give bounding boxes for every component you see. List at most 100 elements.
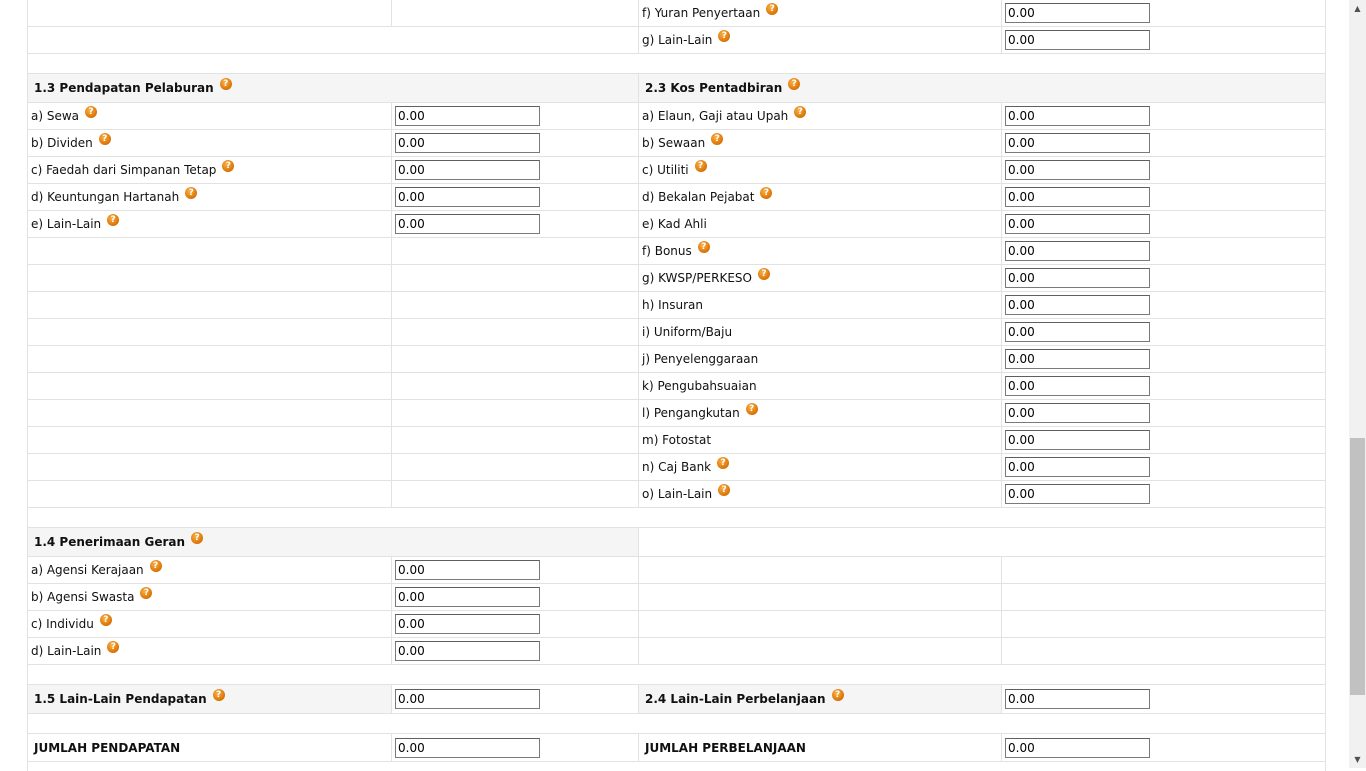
- help-icon[interactable]: ?: [85, 106, 98, 118]
- help-icon[interactable]: ?: [788, 78, 801, 90]
- help-icon[interactable]: ?: [718, 484, 731, 496]
- dividen-input[interactable]: [395, 133, 540, 153]
- faedah-dari-simpanan-tetap-label: c) Faedah dari Simpanan Tetap: [31, 163, 217, 177]
- lain-lain-top-input[interactable]: [1005, 30, 1150, 50]
- pengangkutan-input[interactable]: [1005, 403, 1150, 423]
- kad-ahli-input[interactable]: [1005, 214, 1150, 234]
- help-icon[interactable]: ?: [149, 560, 162, 572]
- individu-input[interactable]: [395, 614, 540, 634]
- jumlah-pendapatan-input[interactable]: [395, 737, 540, 758]
- scroll-down-arrow-icon[interactable]: ▼: [1349, 751, 1366, 768]
- help-icon[interactable]: ?: [758, 268, 770, 280]
- help-icon[interactable]: ?: [99, 614, 112, 626]
- uniform-baju-input[interactable]: [1005, 322, 1150, 342]
- scroll-up-arrow-icon[interactable]: ▲: [1349, 0, 1366, 17]
- help-icon[interactable]: ?: [717, 457, 730, 469]
- help-icon[interactable]: ?: [711, 133, 724, 145]
- help-icon[interactable]: ?: [140, 587, 153, 599]
- keuntungan-hartanah-input[interactable]: [395, 187, 540, 207]
- lain-pendapatan-title: 1.5 Lain-Lain Pendapatan: [34, 692, 207, 706]
- help-icon[interactable]: ?: [107, 214, 120, 226]
- lain-lain-input[interactable]: [1005, 484, 1150, 504]
- keuntungan-hartanah-label: d) Keuntungan Hartanah: [31, 190, 180, 204]
- help-icon[interactable]: ?: [694, 160, 707, 172]
- sewa-label: a) Sewa: [31, 109, 80, 123]
- help-icon[interactable]: ?: [107, 641, 120, 653]
- utiliti-label: c) Utiliti: [642, 163, 689, 177]
- help-icon[interactable]: ?: [185, 187, 198, 199]
- lain-perbelanjaan-title: 2.4 Lain-Lain Perbelanjaan: [645, 692, 826, 706]
- jumlah-perbelanjaan-title: JUMLAH PERBELANJAAN: [645, 740, 806, 755]
- utiliti-input[interactable]: [1005, 160, 1150, 180]
- pengangkutan-label: l) Pengangkutan: [642, 406, 740, 420]
- help-icon[interactable]: ?: [766, 2, 779, 15]
- lain-pendapatan-input[interactable]: [395, 689, 540, 709]
- help-icon[interactable]: ?: [212, 689, 225, 701]
- lain-lain-label: o) Lain-Lain: [642, 487, 713, 501]
- form-row: l) Pengangkutan?: [28, 400, 1325, 427]
- sewaan-input[interactable]: [1005, 133, 1150, 153]
- bonus-input[interactable]: [1005, 241, 1150, 261]
- agensi-swasta-label: b) Agensi Swasta: [31, 590, 135, 604]
- form-row: g) KWSP/PERKESO?: [28, 265, 1325, 292]
- bekalan-pejabat-label: d) Bekalan Pejabat: [642, 190, 755, 204]
- help-icon[interactable]: ?: [98, 133, 111, 145]
- lain-perbelanjaan-input[interactable]: [1005, 689, 1150, 709]
- help-icon[interactable]: ?: [831, 689, 844, 701]
- pengubahsuaian-label: k) Pengubahsuaian: [642, 379, 757, 393]
- lain-lain-label: e) Lain-Lain: [31, 217, 102, 231]
- form-row: n) Caj Bank?: [28, 454, 1325, 481]
- lain-lain-input[interactable]: [395, 641, 540, 661]
- form-row: d) Keuntungan Hartanah? d) Bekalan Pejaba…: [28, 184, 1325, 211]
- sewa-input[interactable]: [395, 106, 540, 126]
- form-row: b) Dividen? b) Sewaan?: [28, 130, 1325, 157]
- pendapatan-pelaburan-title: 1.3 Pendapatan Pelaburan: [34, 81, 214, 95]
- penyelenggaraan-input[interactable]: [1005, 349, 1150, 369]
- yuran-penyertaan-label: f) Yuran Penyertaan: [642, 5, 761, 20]
- form-row: c) Faedah dari Simpanan Tetap? c) Utiliti…: [28, 157, 1325, 184]
- help-icon[interactable]: ?: [191, 532, 204, 544]
- fotostat-input[interactable]: [1005, 430, 1150, 450]
- vertical-scrollbar[interactable]: ▲ ▼: [1349, 0, 1366, 768]
- bekalan-pejabat-input[interactable]: [1005, 187, 1150, 207]
- help-icon[interactable]: ?: [718, 30, 731, 42]
- pengubahsuaian-input[interactable]: [1005, 376, 1150, 396]
- form-row: a) Agensi Kerajaan?: [28, 557, 1325, 584]
- help-icon[interactable]: ?: [760, 187, 773, 199]
- kwsp-perkeso-input[interactable]: [1005, 268, 1150, 288]
- lain-lain-input[interactable]: [395, 214, 540, 234]
- form-row: m) Fotostat: [28, 427, 1325, 454]
- help-icon[interactable]: ?: [794, 106, 807, 118]
- help-icon[interactable]: ?: [222, 160, 235, 172]
- lain-lain-row: 1.5 Lain-Lain Pendapatan ? 2.4 Lain-Lain…: [28, 685, 1325, 714]
- spacer: [28, 54, 1325, 74]
- form-row: d) Lain-Lain?: [28, 638, 1325, 665]
- form-row: j) Penyelenggaraan: [28, 346, 1325, 373]
- uniform-baju-label: i) Uniform/Baju: [642, 325, 733, 339]
- agensi-kerajaan-input[interactable]: [395, 560, 540, 580]
- form-row: e) Lain-Lain? e) Kad Ahli: [28, 211, 1325, 238]
- caj-bank-input[interactable]: [1005, 457, 1150, 477]
- help-icon[interactable]: ?: [697, 241, 710, 253]
- yuran-penyertaan-input[interactable]: [1005, 2, 1150, 23]
- financial-statement-form: f) Yuran Penyertaan ? g) Lain-Lain ? 1.3…: [27, 0, 1326, 771]
- scrollbar-thumb[interactable]: [1350, 438, 1365, 695]
- help-icon[interactable]: ?: [219, 78, 232, 90]
- form-row: h) Insuran: [28, 292, 1325, 319]
- bonus-label: f) Bonus: [642, 244, 692, 258]
- form-row: a) Sewa? a) Elaun, Gaji atau Upah?: [28, 103, 1325, 130]
- help-icon[interactable]: ?: [745, 403, 758, 415]
- jumlah-pendapatan-title: JUMLAH PENDAPATAN: [34, 740, 181, 755]
- section-header-row: 1.4 Penerimaan Geran ?: [28, 528, 1325, 557]
- agensi-swasta-input[interactable]: [395, 587, 540, 607]
- elaun-gaji-atau-upah-input[interactable]: [1005, 106, 1150, 126]
- faedah-dari-simpanan-tetap-input[interactable]: [395, 160, 540, 180]
- kos-pentadbiran-title: 2.3 Kos Pentadbiran: [645, 81, 783, 95]
- elaun-gaji-atau-upah-label: a) Elaun, Gaji atau Upah: [642, 109, 789, 123]
- insuran-input[interactable]: [1005, 295, 1150, 315]
- form-row: o) Lain-Lain?: [28, 481, 1325, 508]
- penerimaan-geran-title: 1.4 Penerimaan Geran: [34, 535, 186, 549]
- jumlah-perbelanjaan-input[interactable]: [1005, 737, 1150, 758]
- agensi-kerajaan-label: a) Agensi Kerajaan: [31, 563, 144, 577]
- spacer: [28, 714, 1325, 734]
